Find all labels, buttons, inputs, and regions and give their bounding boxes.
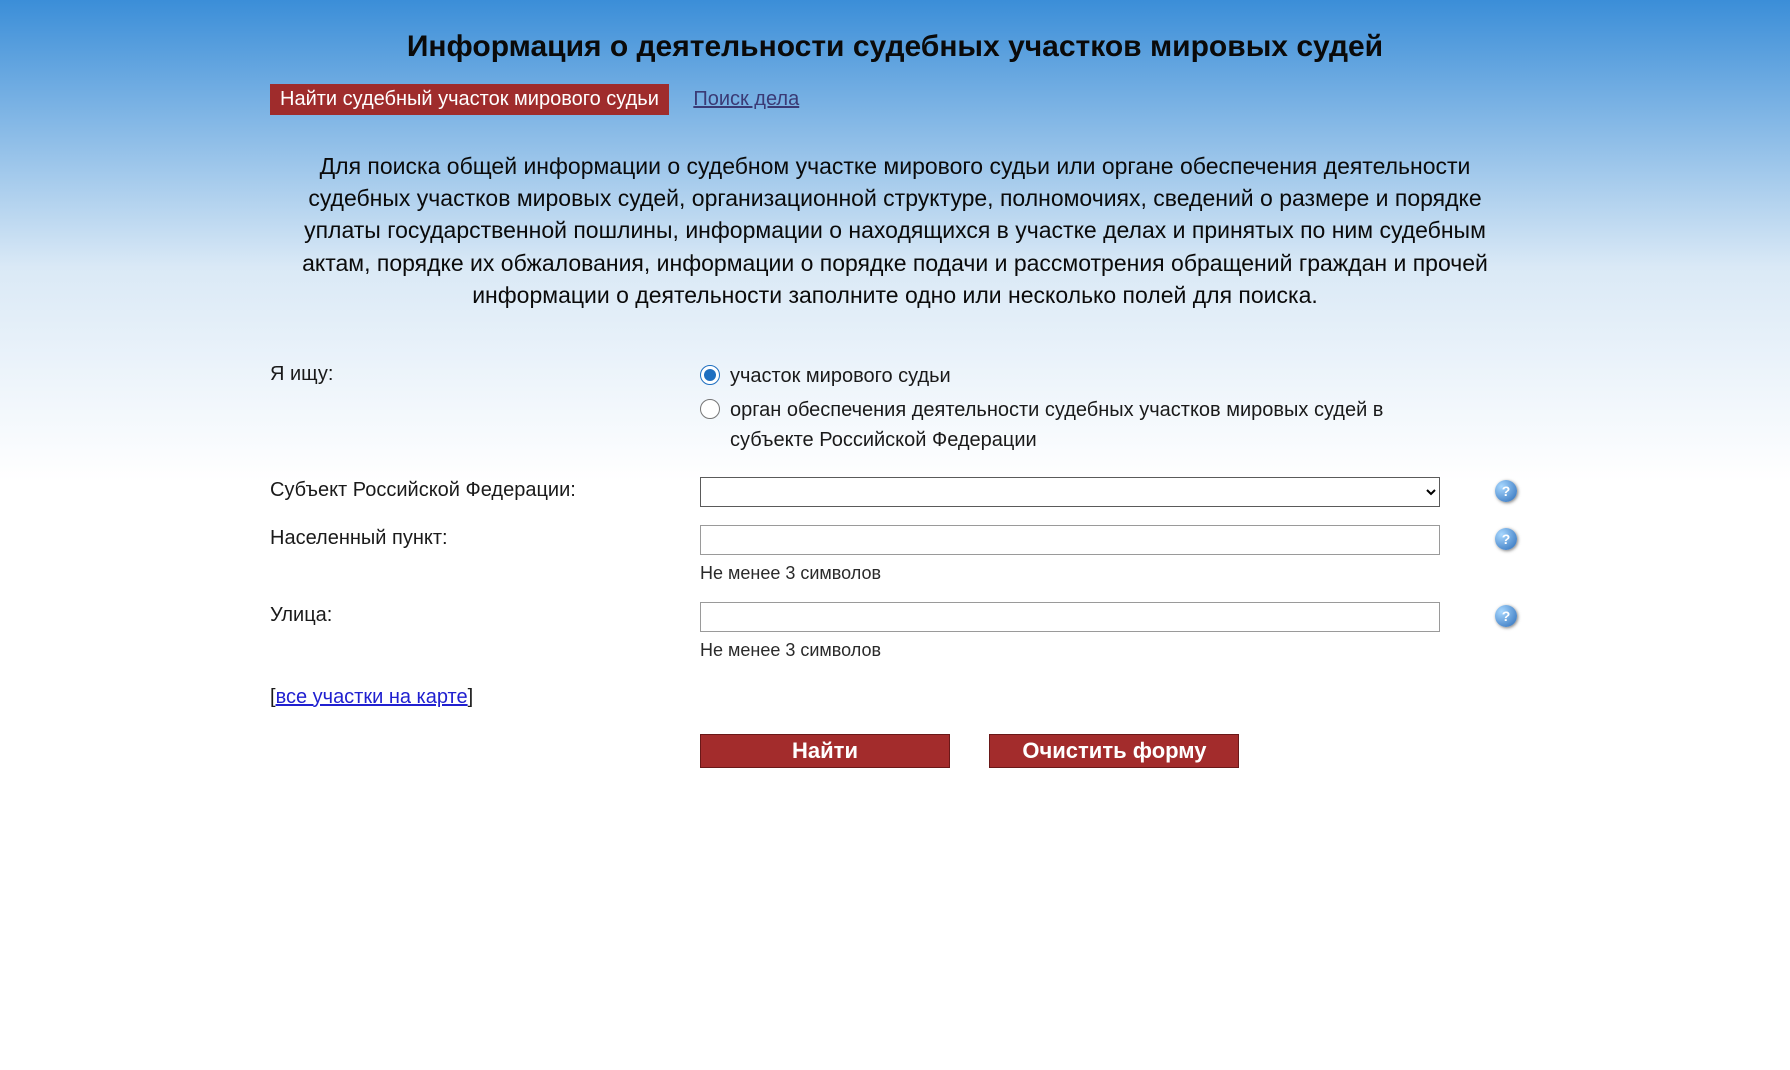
searching-for-label: Я ищу: bbox=[270, 361, 700, 386]
radio-court-area[interactable] bbox=[700, 365, 720, 385]
page-title: Информация о деятельности судебных участ… bbox=[270, 30, 1520, 64]
description-text: Для поиска общей информации о судебном у… bbox=[285, 150, 1505, 311]
street-input[interactable] bbox=[700, 602, 1440, 632]
locality-hint: Не менее 3 символов bbox=[700, 563, 1440, 584]
help-icon[interactable]: ? bbox=[1495, 480, 1517, 502]
radio-support-body-label[interactable]: орган обеспечения деятельности судебных … bbox=[730, 395, 1440, 455]
bracket-close: ] bbox=[468, 686, 474, 708]
clear-button[interactable]: Очистить форму bbox=[989, 734, 1239, 768]
subject-select[interactable] bbox=[700, 477, 1440, 507]
street-hint: Не менее 3 символов bbox=[700, 640, 1440, 661]
radio-support-body[interactable] bbox=[700, 399, 720, 419]
subject-label: Субъект Российской Федерации: bbox=[270, 477, 700, 502]
tabs: Найти судебный участок мирового судьи По… bbox=[270, 84, 1520, 115]
help-icon[interactable]: ? bbox=[1495, 528, 1517, 550]
help-icon[interactable]: ? bbox=[1495, 605, 1517, 627]
locality-label: Населенный пункт: bbox=[270, 525, 700, 550]
tab-find-court[interactable]: Найти судебный участок мирового судьи bbox=[270, 84, 669, 115]
radio-court-area-label[interactable]: участок мирового судьи bbox=[730, 361, 951, 391]
all-areas-map-link[interactable]: все участки на карте bbox=[276, 686, 468, 708]
street-label: Улица: bbox=[270, 602, 700, 627]
tab-case-search[interactable]: Поиск дела bbox=[693, 88, 799, 111]
search-button[interactable]: Найти bbox=[700, 734, 950, 768]
locality-input[interactable] bbox=[700, 525, 1440, 555]
